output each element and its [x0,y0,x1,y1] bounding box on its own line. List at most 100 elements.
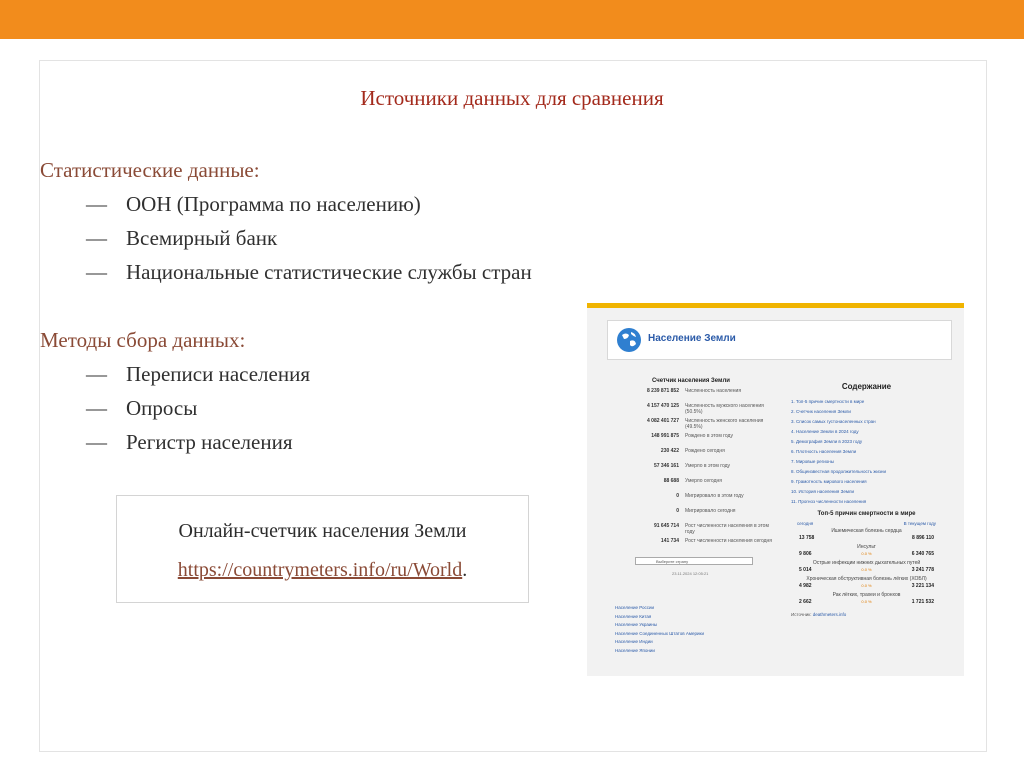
counter-label: Рост численности населения в этом году [685,523,769,535]
list-item: — Всемирный банк [86,226,278,250]
country-link[interactable]: Население России [607,604,775,613]
toc-item[interactable]: 1. Топ-5 причин смертности в мире [783,397,950,407]
counter-label: Численность женского населения (49.5%) [685,418,764,430]
counter-list: 8 239 871 852 Численность населения 4 157 … [607,388,775,549]
counter-callout: Онлайн-счетчик населения Земли https://c… [116,495,529,603]
tab-today[interactable]: сегодня [797,521,867,526]
toc-item[interactable]: 2. Счетчик населения Земли [783,407,950,417]
cause-percent: 0.0 % [861,567,872,572]
toc-panel: Содержание 1. Топ-5 причин смертности в … [783,368,950,668]
callout-text: Онлайн-счетчик населения Земли [178,520,467,542]
toc-item[interactable]: 3. Список самых густонаселенных стран [783,417,950,427]
counter-label: Рождено сегодня [685,448,725,454]
cause-today: 2 662 [799,599,812,605]
counter-row: 91 645 714 Рост численности населения в э… [607,523,775,535]
globe-icon [617,328,641,352]
counter-row: 0 Мигрировало сегодня [607,508,775,519]
counter-row: 88 688 Умерло сегодня [607,478,775,489]
counter-value: 4 157 470 125 [647,403,679,409]
counter-value: 0 [676,508,679,514]
counter-label: Рождено в этом году [685,433,733,439]
counter-value: 88 688 [663,478,679,484]
cause-percent [844,534,889,542]
cause-percent: 0.0 % [861,551,872,556]
counter-row: 0 Мигрировало в этом году [607,493,775,504]
top-accent-bar [0,0,1024,39]
cause-today: 5 014 [799,567,812,573]
counter-label: Численность населения [685,388,742,394]
toc-item[interactable]: 8. Общеизвестная продолжительность жизни [783,467,950,477]
source-link[interactable]: deathmeters.info [813,612,847,617]
cause-year: 3 241 778 [911,567,934,573]
toc-item[interactable]: 9. Грамотность мирового населения [783,477,950,487]
cause-year: 6 340 765 [911,551,934,557]
counter-row: 230 422 Рождено сегодня [607,448,775,459]
causes-list: Ишемическая болезнь сердца 13 758 8 896 11… [783,528,950,606]
cause-year: 3 221 134 [911,583,934,589]
site-title: Население Земли [648,333,736,344]
country-link[interactable]: Население Украины [607,621,775,630]
country-select[interactable]: Выберите страну [635,557,753,565]
counter-label: Рост численности населения сегодня [685,538,773,544]
callout-link-line: https://countrymeters.info/ru/World. [177,559,468,581]
country-link[interactable]: Население Японии [607,647,775,656]
counter-label: Умерло сегодня [685,478,722,484]
counter-label: Мигрировало сегодня [685,508,736,514]
counter-value: 0 [676,493,679,499]
cause-row: Инсульт 9 806 0.0 % 6 340 765 [783,544,950,558]
list-item: — Переписи населения [86,362,310,386]
toc-list: 1. Топ-5 причин смертности в мире 2. Счет… [783,397,950,507]
toc-item[interactable]: 10. История населения Земли [783,487,950,497]
cause-year: 8 896 110 [912,535,934,541]
countrymeters-link[interactable]: https://countrymeters.info/ru/World [178,559,462,581]
counter-row: 4 082 401 727 Численность женского населе… [607,418,775,430]
counter-row: 148 991 875 Рождено в этом году [607,433,775,444]
country-link[interactable]: Население Индии [607,638,775,647]
counter-label: Мигрировало в этом году [685,493,744,499]
toc-item[interactable]: 6. Плотность населения Земли [783,447,950,457]
toc-heading: Содержание [841,382,892,391]
toc-item[interactable]: 7. Мировые регионы [783,457,950,467]
counter-heading: Счетчик населения Земли [652,378,730,384]
stat-data-section: Статистические данные: — ООН (Программа п… [40,153,532,289]
country-link[interactable]: Население Китая [607,613,775,622]
website-screenshot: Население Земли Счетчик населения Земли … [587,303,964,676]
counter-date: 23.11.2024 12:05:21 [672,571,709,576]
counter-label: Численность мужского населения (50.5%) [685,403,764,415]
tab-year[interactable]: В текущем году [867,521,936,526]
toc-item[interactable]: 4. Население Земли в 2024 году [783,427,950,437]
methods-section: Методы сбора данных: — Переписи населения… [40,323,310,459]
counter-label: Умерло в этом году [685,463,731,469]
cause-today: 4 982 [799,583,812,589]
counter-value: 91 645 714 [653,523,679,529]
methods-heading: Методы сбора данных: [40,328,246,352]
toc-item[interactable]: 11. Прогноз численности населения [783,497,950,507]
toc-item[interactable]: 5. Демография Земли в 2023 году [783,437,950,447]
list-item: — Опросы [86,396,198,420]
source-line: Источник: deathmeters.info [791,612,847,617]
counter-value: 57 346 161 [653,463,679,469]
site-header: Население Земли [607,320,952,360]
counter-row: 141 734 Рост численности населения сегодн… [607,538,775,549]
cause-row: Острые инфекции нижних дыхательных путей… [783,560,950,574]
country-links: Население России Население Китая Население… [607,604,775,655]
counter-row: 57 346 161 Умерло в этом году [607,463,775,474]
counter-row: 8 239 871 852 Численность населения [607,388,775,399]
country-link[interactable]: Население Соединенных Штатов Америки [607,630,775,639]
cause-today: 9 806 [799,551,812,557]
cause-values: 9 806 0.0 % 6 340 765 [783,550,950,558]
cause-today: 13 758 [799,535,815,541]
list-item: — Национальные статистические службы стра… [86,260,532,284]
cause-row: Ишемическая болезнь сердца 13 758 8 896 11… [783,528,950,542]
counter-value: 8 239 871 852 [647,388,679,394]
counter-value: 148 991 875 [651,433,679,439]
stat-data-heading: Статистические данные: [40,158,260,182]
cause-percent: 0.0 % [861,599,872,604]
cause-row: Рак лёгких, трахеи и бронхов 2 662 0.0 % 1 … [783,592,950,606]
counter-value: 4 082 401 727 [647,418,679,424]
counter-panel: Счетчик населения Земли 8 239 871 852 Чис… [607,368,775,658]
cause-values: 4 982 0.0 % 3 221 134 [783,582,950,590]
causes-tabs: сегодня В текущем году [783,521,950,526]
counter-row: 4 157 470 125 Численность мужского населе… [607,403,775,415]
counter-value: 230 422 [660,448,679,454]
